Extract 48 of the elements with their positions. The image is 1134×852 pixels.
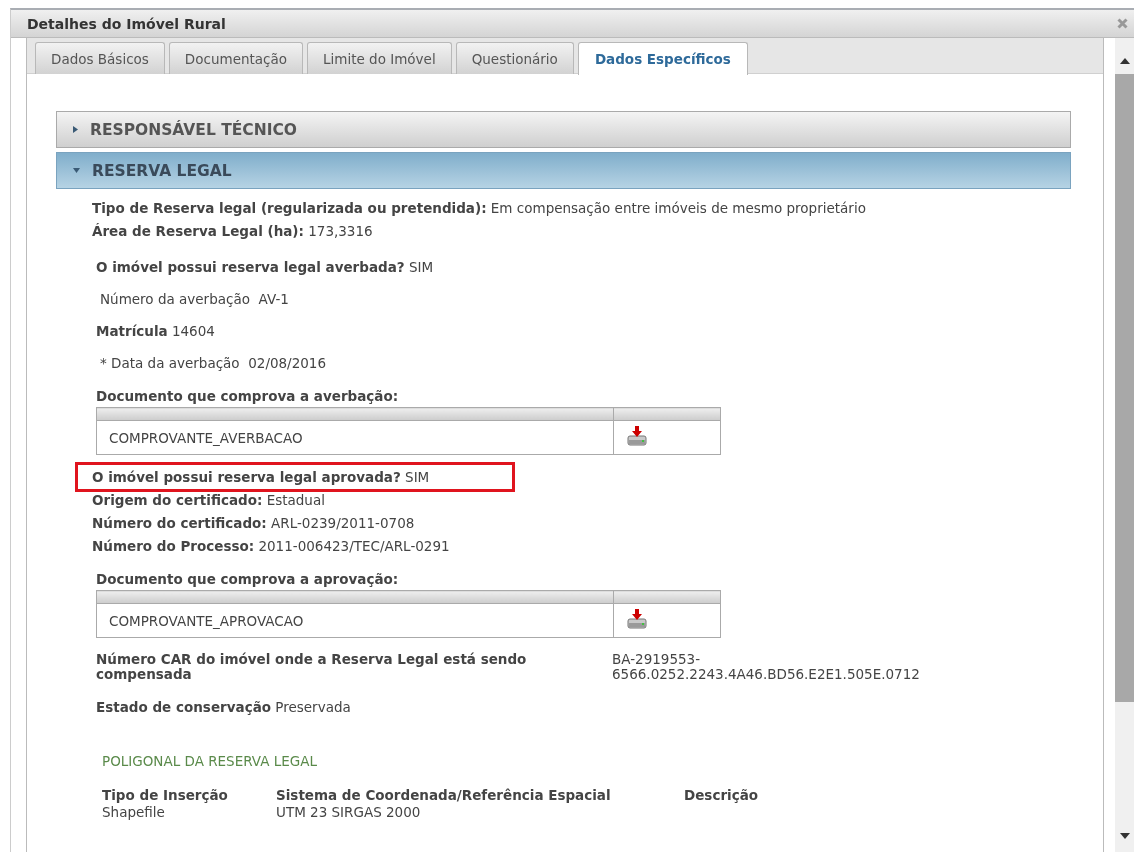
file-name: COMPROVANTE_APROVACAO — [96, 603, 614, 638]
column-header: Tipo de Inserção — [102, 787, 229, 804]
scroll-down-icon[interactable] — [1119, 833, 1130, 839]
field-label: Estado de conservação — [96, 699, 271, 715]
field-value: 14604 — [171, 323, 215, 339]
scroll-up-icon[interactable] — [1119, 58, 1130, 64]
field-value: Em compensação entre imóveis de mesmo proprietário — [490, 200, 866, 216]
field-label: O imóvel possui reserva legal aprovada? — [92, 469, 401, 485]
accordion-header[interactable]: RESERVA LEGAL — [56, 152, 1071, 189]
field-value: Preservada — [275, 699, 351, 715]
field-label: Número CAR do imóvel onde a Reserva Legal está sendo compensada — [96, 652, 528, 682]
field-value: 173,3316 — [308, 223, 373, 239]
field-label: Matrícula — [96, 323, 168, 339]
file-name: COMPROVANTE_AVERBACAO — [96, 420, 614, 455]
field-value: Estadual — [266, 492, 325, 508]
window-title: Detalhes do Imóvel Rural — [27, 15, 226, 32]
caret-down-icon — [73, 168, 80, 173]
field-label: Documento que comprova a averbação: — [96, 387, 400, 406]
tab[interactable]: Documentação — [168, 42, 304, 74]
download-icon[interactable] — [626, 426, 648, 446]
field-label: Número do Processo: — [92, 538, 255, 554]
tab[interactable]: Dados Específicos — [577, 42, 748, 75]
column-header: Sistema de Coordenada/Referência Espacial — [276, 787, 612, 804]
field-value: BA-2919553-6566.0252.2243.4A46.BD56.E2E1.505E.0712 — [612, 652, 921, 682]
field-value: ARL-0239/2011-0708 — [271, 515, 415, 531]
field-value: SIM — [408, 259, 434, 275]
tab[interactable]: Dados Básicos — [35, 42, 165, 74]
tab[interactable]: Questionário — [455, 42, 574, 74]
section-heading: POLIGONAL DA RESERVA LEGAL — [102, 753, 317, 769]
field-label: * Data da averbação — [100, 355, 240, 371]
field-label: Origem do certificado: — [92, 492, 263, 508]
field-label: O imóvel possui reserva legal averbada? — [96, 259, 405, 275]
field-label: Tipo de Reserva legal (regularizada ou pretendida): — [92, 200, 487, 216]
download-icon[interactable] — [626, 609, 648, 629]
column-header: Descrição — [684, 787, 760, 804]
field-value: SIM — [405, 469, 430, 485]
field-value: AV-1 — [258, 291, 289, 307]
field-label: Número da averbação — [100, 291, 250, 307]
field-value: 2011-006423/TEC/ARL-0291 — [258, 538, 450, 554]
accordion-header[interactable]: RESPONSÁVEL TÉCNICO — [56, 111, 1071, 148]
table-cell-text: UTM 23 SIRGAS 2000 — [276, 804, 422, 821]
field-label: Documento que comprova a aprovação: — [96, 570, 400, 589]
field-label: Número do certificado: — [92, 515, 267, 531]
field-label: Área de Reserva Legal (ha): — [92, 223, 304, 239]
caret-right-icon — [73, 126, 78, 133]
table-cell-text: Shapefile — [102, 804, 166, 821]
field-value: 02/08/2016 — [248, 355, 327, 371]
tab[interactable]: Limite do Imóvel — [307, 42, 452, 74]
